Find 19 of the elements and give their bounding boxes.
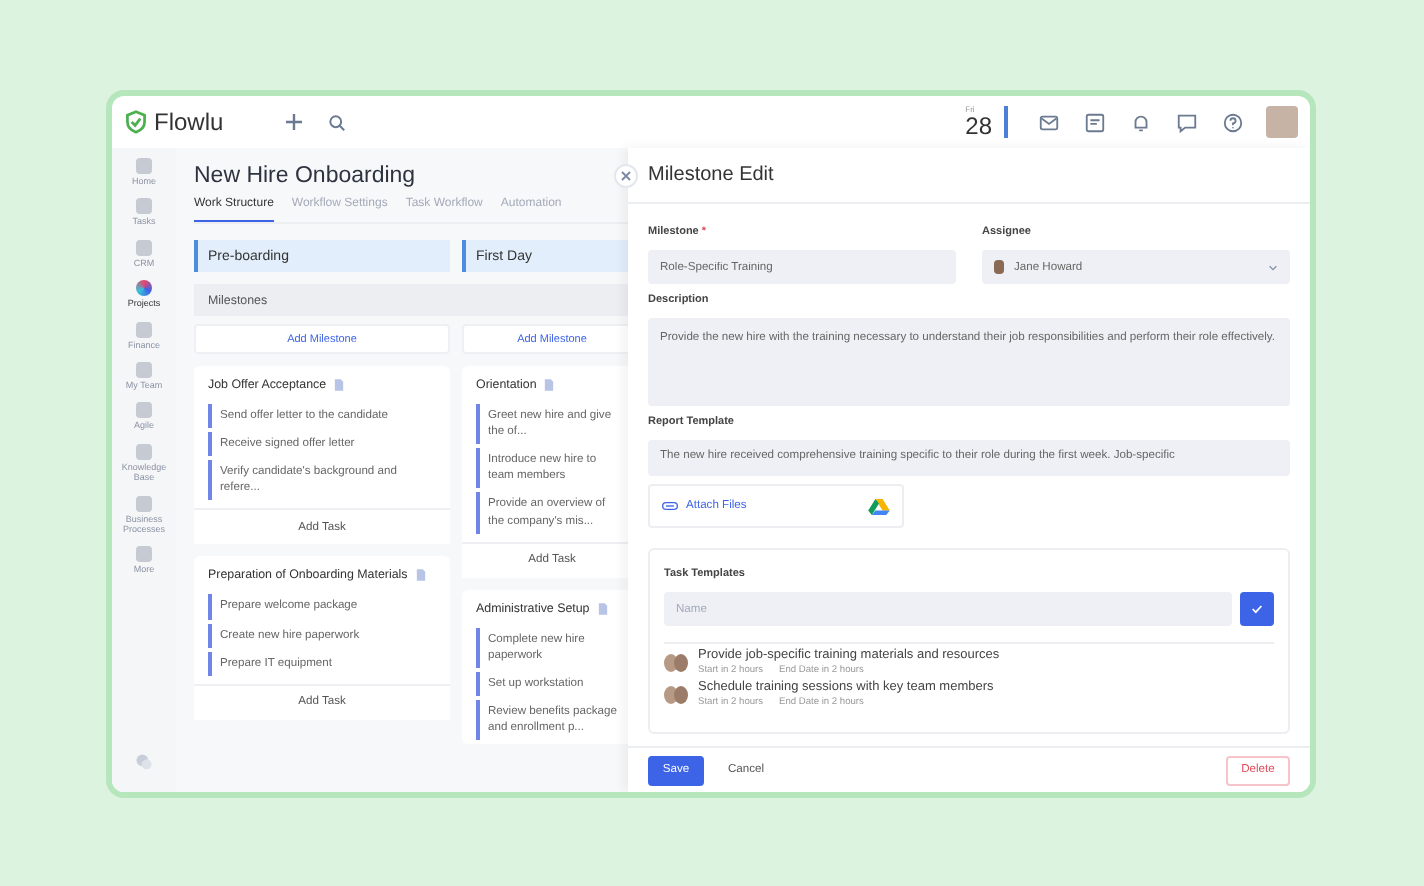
- project-title: New Hire Onboarding: [194, 164, 416, 188]
- help-icon[interactable]: [1222, 111, 1244, 133]
- avatar-group-icon: [664, 653, 692, 671]
- confirm-button[interactable]: [1240, 592, 1274, 626]
- note-icon[interactable]: [1084, 111, 1106, 133]
- bell-icon[interactable]: [1130, 111, 1152, 133]
- chat-icon[interactable]: [1176, 111, 1198, 133]
- panel-title: Milestone Edit: [628, 148, 1310, 204]
- shield-check-icon: [124, 110, 148, 134]
- plus-icon[interactable]: [283, 112, 304, 132]
- search-icon[interactable]: [327, 113, 346, 131]
- mail-icon[interactable]: [1038, 111, 1060, 133]
- app-logo: Flowlu: [154, 108, 224, 136]
- user-avatar-icon: [994, 260, 1004, 274]
- chevron-down-icon[interactable]: [1268, 263, 1278, 271]
- check-icon[interactable]: [1250, 602, 1264, 616]
- paperclip-icon[interactable]: [662, 502, 678, 510]
- triangle-logo-icon[interactable]: [868, 497, 890, 515]
- avatar-group-icon: [664, 685, 692, 703]
